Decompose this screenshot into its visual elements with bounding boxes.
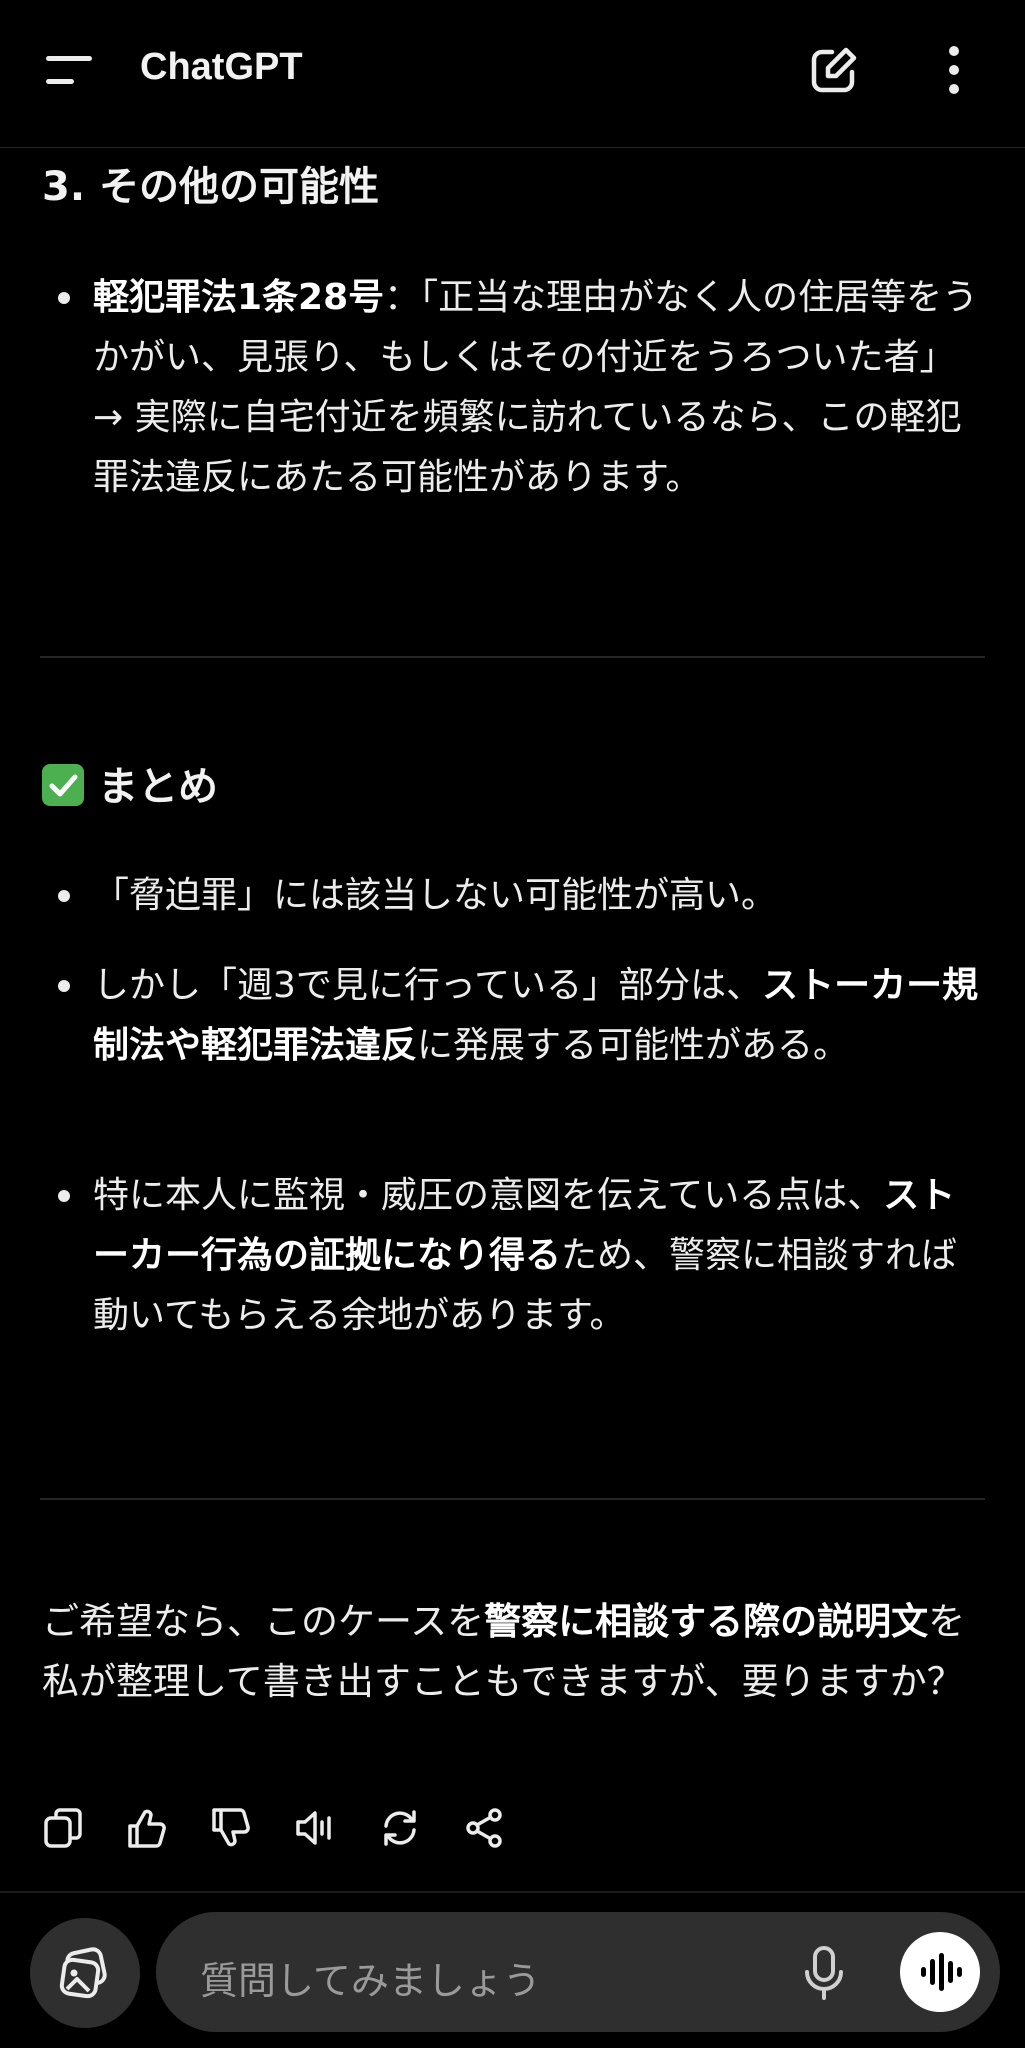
section-heading: まとめ (42, 754, 218, 812)
closing-paragraph: ご希望なら、このケースを警察に相談する際の説明文を私が整理して書き出すこともでき… (42, 1600, 966, 1703)
list-item: 軽犯罪法1条28号：「正当な理由がなく人の住居等をうかがい、見張り、もしくはその… (93, 277, 979, 498)
bullet-dot (58, 890, 70, 902)
input-placeholder: 質問してみましょう (200, 1959, 541, 2003)
attach-button[interactable] (30, 1918, 140, 2028)
bullet-dot (58, 1190, 70, 1202)
share-icon[interactable] (462, 1806, 506, 1850)
new-chat-icon[interactable] (808, 44, 860, 96)
bullet-dot (58, 292, 70, 304)
read-aloud-icon[interactable] (294, 1806, 338, 1850)
bullet-dot (58, 980, 70, 992)
list-item: 「脅迫罪」には該当しない可能性が高い。 (93, 875, 778, 916)
composer-divider (0, 1891, 1025, 1893)
image-attach-icon (59, 1947, 107, 1999)
message-input[interactable]: 質問してみましょう (156, 1912, 1000, 2032)
message-actions (0, 1806, 1025, 1862)
list-item: 特に本人に監視・威圧の意図を伝えている点は、ストーカー行為の証拠になり得るため、… (93, 1175, 958, 1336)
voice-mode-button[interactable] (900, 1932, 980, 2012)
microphone-icon[interactable] (804, 1946, 844, 2000)
divider (40, 1498, 985, 1500)
list-item: しかし「週3で見に行っている」部分は、ストーカー規制法や軽犯罪法違反に発展する可… (93, 965, 979, 1066)
thumbs-down-icon[interactable] (210, 1806, 254, 1850)
more-options-icon[interactable] (936, 44, 972, 96)
section-heading: 3. その他の可能性 (42, 164, 379, 210)
divider (40, 656, 985, 658)
checkmark-icon (42, 764, 84, 806)
law-name: 軽犯罪法1条28号 (93, 277, 385, 318)
thumbs-up-icon[interactable] (126, 1806, 170, 1850)
app-title: ChatGPT (140, 46, 303, 88)
copy-icon[interactable] (42, 1806, 86, 1850)
regenerate-icon[interactable] (378, 1806, 422, 1850)
waveform-icon (921, 1953, 962, 1991)
menu-icon[interactable] (44, 52, 96, 88)
top-bar: ChatGPT (0, 0, 1025, 148)
